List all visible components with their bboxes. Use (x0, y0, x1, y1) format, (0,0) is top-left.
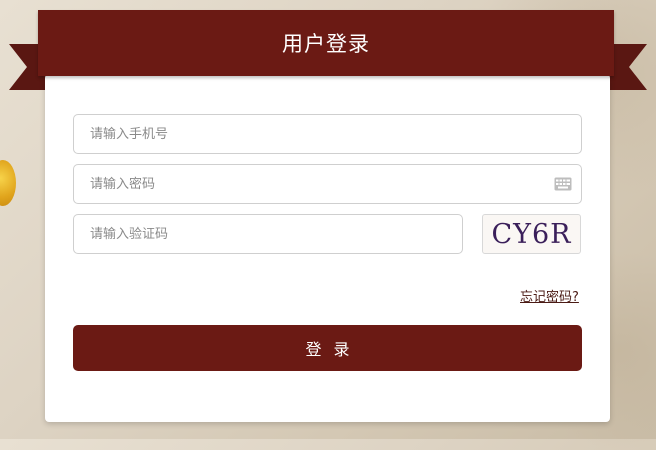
captcha-image[interactable]: CY6R (482, 214, 581, 254)
phone-field[interactable] (73, 114, 582, 154)
page-title: 用户登录 (282, 32, 370, 56)
verification-code-input[interactable] (74, 215, 462, 253)
keyboard-icon[interactable] (554, 177, 572, 191)
forgot-password-link[interactable]: 忘记密码? (520, 286, 579, 305)
header-ribbon: 用户登录 (38, 10, 614, 76)
gold-ornament (0, 160, 16, 206)
password-input[interactable] (74, 165, 581, 203)
phone-input[interactable] (74, 115, 581, 153)
login-button[interactable]: 登录 (73, 325, 582, 371)
password-field[interactable] (73, 164, 582, 204)
verification-code-field[interactable] (73, 214, 463, 254)
